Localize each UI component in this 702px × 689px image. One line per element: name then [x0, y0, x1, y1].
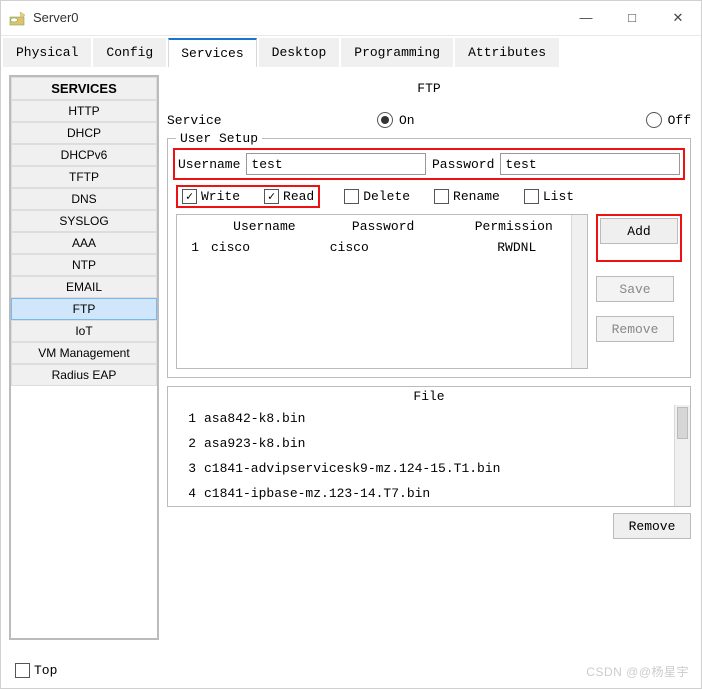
ftp-panel: FTP Service On Off User Setup Username P… [165, 75, 693, 640]
service-off-radio[interactable] [646, 112, 662, 128]
delete-checkbox[interactable] [344, 189, 359, 204]
sidebar-item-dhcpv6[interactable]: DHCPv6 [11, 144, 157, 166]
table-row[interactable]: 1ciscociscoRWDNL [177, 238, 587, 257]
list-label: List [543, 189, 574, 204]
user-setup-fieldset: User Setup Username Password Write Read … [167, 138, 691, 378]
col-username: Username [205, 219, 324, 234]
username-input[interactable] [246, 153, 426, 175]
remove-file-button[interactable]: Remove [613, 513, 691, 539]
minimize-button[interactable]: — [563, 2, 609, 34]
sidebar-header: SERVICES [11, 77, 157, 100]
col-password: Password [324, 219, 443, 234]
rename-checkbox[interactable] [434, 189, 449, 204]
sidebar-item-email[interactable]: EMAIL [11, 276, 157, 298]
rename-label: Rename [453, 189, 500, 204]
write-checkbox[interactable] [182, 189, 197, 204]
service-state-row: Service On Off [167, 112, 691, 128]
services-sidebar: SERVICES HTTPDHCPDHCPv6TFTPDNSSYSLOGAAAN… [9, 75, 159, 640]
watermark: CSDN @@杨星宇 [586, 663, 689, 680]
panel-title: FTP [167, 81, 691, 96]
user-table-scrollbar[interactable] [571, 215, 587, 368]
username-label: Username [178, 157, 240, 172]
service-on-label: On [399, 113, 415, 128]
list-item[interactable]: 3c1841-advipservicesk9-mz.124-15.T1.bin [168, 456, 690, 481]
list-item[interactable]: 1asa842-k8.bin [168, 406, 690, 431]
main-tabs: Physical Config Services Desktop Program… [1, 35, 701, 67]
maximize-button[interactable]: □ [609, 2, 655, 34]
window-controls: — □ ✕ [563, 2, 701, 34]
password-label: Password [432, 157, 494, 172]
write-label: Write [201, 189, 240, 204]
remove-user-button[interactable]: Remove [596, 316, 674, 342]
read-label: Read [283, 189, 314, 204]
permissions-row: Write Read Delete Rename List [176, 185, 682, 208]
sidebar-item-iot[interactable]: IoT [11, 320, 157, 342]
credentials-row: Username Password [173, 148, 685, 180]
tab-services[interactable]: Services [168, 38, 256, 67]
service-off-label: Off [668, 113, 691, 128]
top-toggle: Top [15, 663, 57, 678]
sidebar-item-ftp[interactable]: FTP [11, 298, 157, 320]
sidebar-item-vm-management[interactable]: VM Management [11, 342, 157, 364]
sidebar-item-ntp[interactable]: NTP [11, 254, 157, 276]
tab-desktop[interactable]: Desktop [259, 38, 340, 67]
window-title: Server0 [33, 10, 79, 25]
add-button[interactable]: Add [600, 218, 678, 244]
list-item[interactable]: 2asa923-k8.bin [168, 431, 690, 456]
titlebar: Server0 — □ ✕ [1, 1, 701, 35]
sidebar-item-dhcp[interactable]: DHCP [11, 122, 157, 144]
sidebar-item-tftp[interactable]: TFTP [11, 166, 157, 188]
file-list-header: File [168, 387, 690, 406]
col-permission: Permission [443, 219, 586, 234]
sidebar-item-http[interactable]: HTTP [11, 100, 157, 122]
list-item[interactable]: 4c1841-ipbase-mz.123-14.T7.bin [168, 481, 690, 506]
delete-label: Delete [363, 189, 410, 204]
read-checkbox[interactable] [264, 189, 279, 204]
file-list-scrollbar[interactable] [674, 405, 690, 506]
top-label: Top [34, 663, 57, 678]
user-table: Username Password Permission 1ciscocisco… [176, 214, 588, 369]
top-checkbox[interactable] [15, 663, 30, 678]
sidebar-item-dns[interactable]: DNS [11, 188, 157, 210]
tab-physical[interactable]: Physical [3, 38, 91, 67]
tab-config[interactable]: Config [93, 38, 166, 67]
user-setup-legend: User Setup [176, 131, 262, 146]
sidebar-item-radius-eap[interactable]: Radius EAP [11, 364, 157, 386]
tab-attributes[interactable]: Attributes [455, 38, 559, 67]
tab-programming[interactable]: Programming [341, 38, 453, 67]
sidebar-item-aaa[interactable]: AAA [11, 232, 157, 254]
password-input[interactable] [500, 153, 680, 175]
list-checkbox[interactable] [524, 189, 539, 204]
close-button[interactable]: ✕ [655, 2, 701, 34]
app-icon [9, 9, 27, 27]
service-on-radio[interactable] [377, 112, 393, 128]
file-list: File 1asa842-k8.bin2asa923-k8.bin3c1841-… [167, 386, 691, 507]
sidebar-item-syslog[interactable]: SYSLOG [11, 210, 157, 232]
service-label: Service [167, 113, 377, 128]
save-button[interactable]: Save [596, 276, 674, 302]
